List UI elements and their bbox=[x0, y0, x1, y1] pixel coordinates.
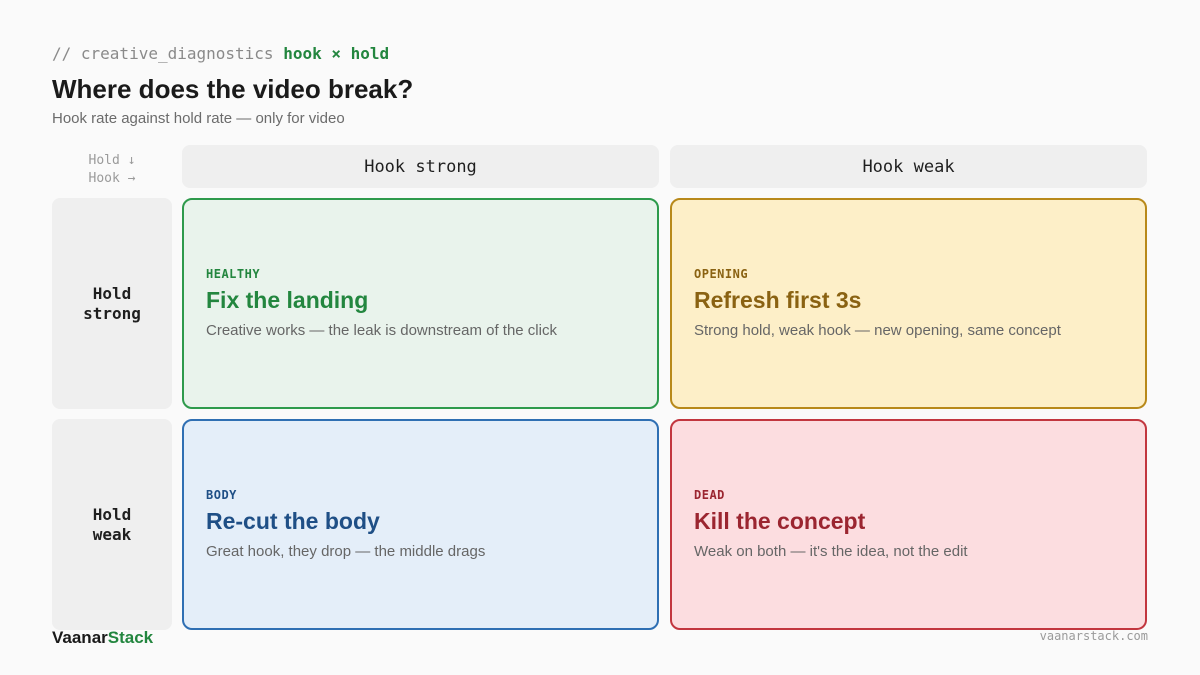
brand-accent: Stack bbox=[107, 628, 154, 647]
quadrant-heading: Refresh first 3s bbox=[694, 287, 862, 313]
quadrant-tag: DEAD bbox=[694, 488, 725, 502]
brand-main: Vaanar bbox=[52, 628, 108, 647]
quadrant-description: Weak on both — it's the idea, not the ed… bbox=[694, 543, 968, 560]
quadrant-description: Creative works — the leak is downstream … bbox=[206, 322, 557, 339]
quadrant-description: Strong hold, weak hook — new opening, sa… bbox=[694, 322, 1061, 339]
row-header-line1: Hold bbox=[92, 504, 132, 524]
page-title: Where does the video break? bbox=[52, 74, 414, 104]
axis-legend: Hold ↓ Hook → bbox=[52, 152, 172, 188]
quadrant-description: Great hook, they drop — the middle drags bbox=[206, 543, 486, 560]
quadrant-tag: HEALTHY bbox=[206, 267, 261, 281]
row-header-line1: Hold bbox=[92, 283, 132, 303]
quadrant-opening: OPENING Refresh first 3s Strong hold, we… bbox=[670, 198, 1147, 409]
axis-legend-cols: Hook → bbox=[88, 171, 136, 186]
site-url: vaanarstack.com bbox=[1039, 629, 1148, 643]
eyebrow-highlight: hook × hold bbox=[283, 44, 390, 63]
eyebrow-prefix: // creative_diagnostics bbox=[52, 44, 274, 63]
row-header-hold-weak: Hold weak bbox=[52, 419, 172, 630]
row-header-line2: weak bbox=[92, 524, 132, 544]
quadrant-healthy: HEALTHY Fix the landing Creative works —… bbox=[182, 198, 659, 409]
row-header-hold-strong: Hold strong bbox=[52, 198, 172, 409]
page-subtitle: Hook rate against hold rate — only for v… bbox=[52, 110, 345, 127]
quadrant-heading: Re-cut the body bbox=[206, 508, 380, 534]
quadrant-tag: OPENING bbox=[694, 267, 749, 281]
quadrant-tag: BODY bbox=[206, 488, 237, 502]
axis-legend-rows: Hold ↓ bbox=[88, 153, 136, 168]
quadrant-body: BODY Re-cut the body Great hook, they dr… bbox=[182, 419, 659, 630]
column-header-hook-strong: Hook strong bbox=[182, 145, 659, 188]
quadrant-heading: Kill the concept bbox=[694, 508, 866, 534]
quadrant-heading: Fix the landing bbox=[206, 287, 369, 313]
quadrant-dead: DEAD Kill the concept Weak on both — it'… bbox=[670, 419, 1147, 630]
eyebrow: // creative_diagnostics hook × hold bbox=[52, 44, 389, 63]
brand-logo: VaanarStack bbox=[52, 628, 153, 648]
row-header-line2: strong bbox=[83, 303, 141, 323]
column-header-hook-weak: Hook weak bbox=[670, 145, 1147, 188]
